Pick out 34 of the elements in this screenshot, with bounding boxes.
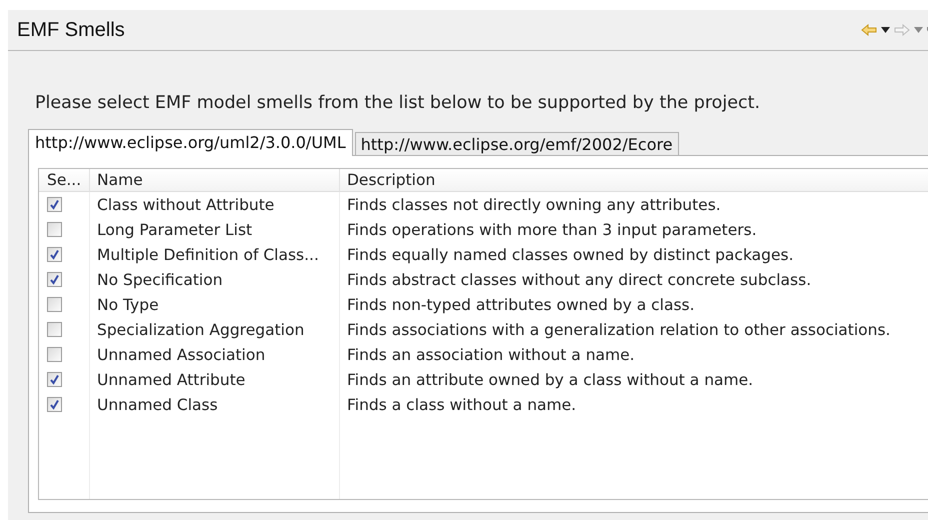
column-header[interactable]: Name [89,169,339,192]
dropdown-caret-icon[interactable] [881,27,890,33]
table-cell: Class without Attribute [97,196,274,214]
table-cell: Unnamed Class [97,396,218,414]
column-header[interactable]: Description [339,169,928,192]
checkbox[interactable] [47,397,62,412]
table-cell: No Type [97,296,159,314]
table-cell: Unnamed Attribute [97,370,246,388]
table-cell: Unnamed Association [97,346,266,364]
table-cell: Long Parameter List [97,220,252,238]
checkbox[interactable] [47,372,62,387]
instruction-text: Please select EMF model smells from the list below to be supported by the project. [35,93,762,113]
checkbox[interactable] [47,297,62,312]
table-cell: Finds associations with a generalization relation to other associations. [347,320,890,338]
table-cell: Finds abstract classes without any direct concrete subclass. [347,270,812,288]
table-cell: Specialization Aggregation [97,320,304,338]
checkbox[interactable] [47,197,62,212]
view-title: EMF Smells [17,18,125,42]
table-cell: Finds non-typed attributes owned by a class. [347,296,695,314]
tab[interactable]: http://www.eclipse.org/emf/2002/Ecore [354,132,679,155]
table-cell: Finds equally named classes owned by distinct packages. [347,246,794,264]
checkbox[interactable] [47,247,62,262]
tab[interactable]: http://www.eclipse.org/uml2/3.0.0/UML [28,129,353,156]
table-cell: Finds a class without a name. [347,396,576,414]
table-cell: Multiple Definition of Class... [97,246,319,264]
checkbox[interactable] [47,347,62,362]
table-cell: No Specification [97,270,223,288]
table-cell: Finds an attribute owned by a class without a name. [347,370,754,388]
table-cell: Finds operations with more than 3 input parameters. [347,220,757,238]
checkbox[interactable] [47,322,62,337]
checkbox[interactable] [47,272,62,287]
checkbox[interactable] [47,222,62,237]
table-cell: Finds an association without a name. [347,346,635,364]
table-cell: Finds classes not directly owning any attributes. [347,196,721,214]
